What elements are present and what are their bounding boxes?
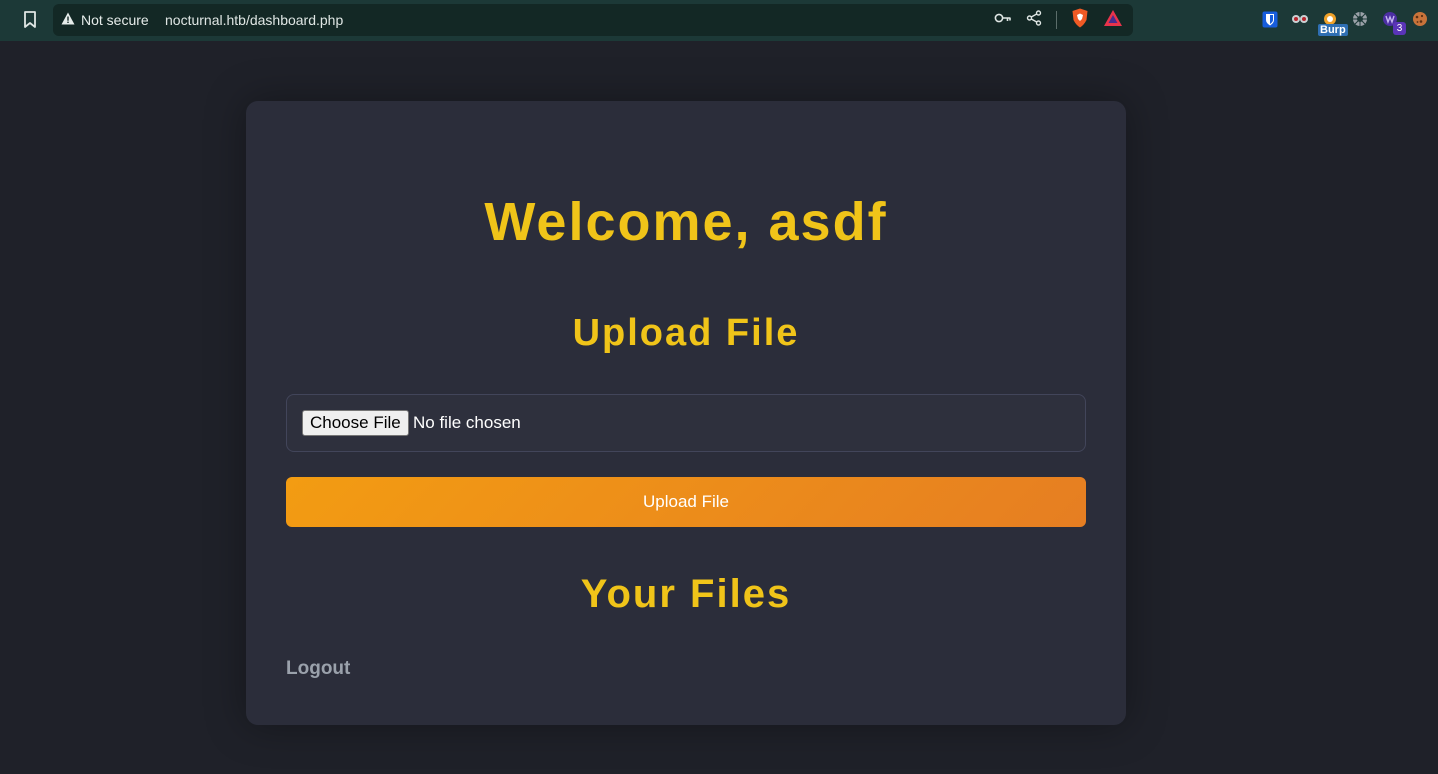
choose-file-button[interactable]: Choose File <box>302 410 409 436</box>
file-status: No file chosen <box>413 413 521 432</box>
key-icon[interactable] <box>994 11 1012 29</box>
burp-label: Burp <box>1318 24 1348 36</box>
upload-file-button[interactable]: Upload File <box>286 477 1086 527</box>
brave-shield-icon[interactable] <box>1071 8 1089 33</box>
burp-icon[interactable]: Burp <box>1318 9 1348 36</box>
brave-rewards-icon[interactable] <box>1103 9 1123 32</box>
extension-badge: 3 <box>1393 22 1406 35</box>
share-icon[interactable] <box>1026 9 1042 31</box>
security-chip[interactable]: Not secure <box>61 4 149 36</box>
browser-toolbar: Not secure nocturnal.htb/dashboard.php B… <box>0 0 1438 41</box>
address-bar[interactable]: Not secure nocturnal.htb/dashboard.php <box>53 4 1133 36</box>
dashboard-card: Welcome, asdf Upload File Choose File No… <box>246 101 1126 725</box>
wappalyzer-icon[interactable]: 3 <box>1380 9 1406 35</box>
url-text[interactable]: nocturnal.htb/dashboard.php <box>165 4 343 36</box>
security-label: Not secure <box>81 12 149 28</box>
welcome-heading: Welcome, asdf <box>484 192 888 252</box>
page-body: Welcome, asdf Upload File Choose File No… <box>0 41 1438 774</box>
logout-link[interactable]: Logout <box>286 658 350 680</box>
cookie-icon[interactable] <box>1410 9 1430 29</box>
bitwarden-icon[interactable] <box>1260 9 1280 29</box>
file-input[interactable]: Choose File No file chosen <box>286 394 1086 452</box>
extension-spy-icon[interactable] <box>1290 9 1310 29</box>
bookmark-icon[interactable] <box>18 8 42 32</box>
omnibox-divider <box>1056 11 1057 29</box>
extension-gear-icon[interactable] <box>1350 9 1370 29</box>
upload-heading: Upload File <box>572 312 800 354</box>
warning-icon <box>61 12 75 28</box>
your-files-heading: Your Files <box>580 572 792 616</box>
